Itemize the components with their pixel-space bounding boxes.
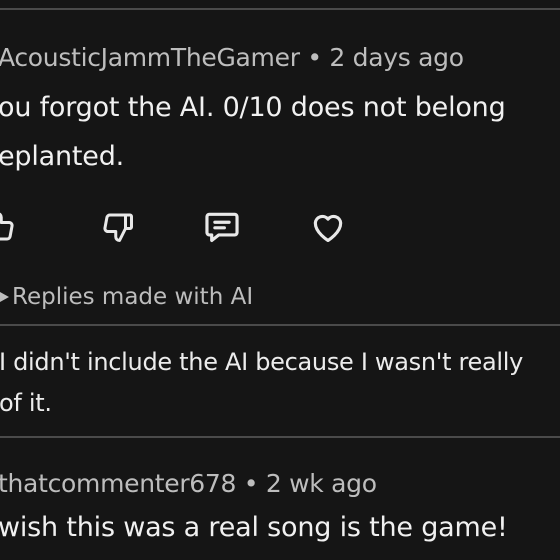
reply-text-line-1: I didn't include the AI because I wasn't…	[0, 348, 524, 376]
divider	[0, 8, 560, 10]
comment-text-line-2: eplanted.	[0, 141, 125, 172]
like-button[interactable]	[0, 204, 22, 250]
comment-thread: AcousticJammTheGamer • 2 days ago ou for…	[0, 0, 560, 560]
reply-arrow-icon	[0, 292, 9, 302]
dislike-icon	[103, 213, 133, 242]
dislike-button[interactable]	[95, 204, 141, 250]
divider	[0, 324, 560, 326]
comment-age: 2 days ago	[329, 43, 464, 72]
meta-separator: •	[243, 469, 266, 498]
heart-icon	[313, 214, 343, 243]
replies-toggle-label: Replies made with AI	[12, 284, 254, 310]
reply-icon	[205, 212, 239, 243]
next-comment-age: 2 wk ago	[265, 469, 377, 498]
next-comment-text-line-1: wish this was a real song is the game!	[0, 512, 508, 543]
comment-actions	[0, 204, 560, 250]
next-comment-meta: thatcommenter678 • 2 wk ago	[0, 469, 377, 498]
comment-text-line-1: ou forgot the AI. 0/10 does not belong	[0, 92, 506, 123]
divider	[0, 436, 560, 438]
heart-button[interactable]	[305, 204, 351, 250]
next-comment-username[interactable]: thatcommenter678	[0, 469, 236, 498]
meta-separator: •	[307, 43, 330, 72]
reply-text-line-2: of it.	[0, 389, 52, 417]
comment-meta: AcousticJammTheGamer • 2 days ago	[0, 43, 464, 72]
comment-username[interactable]: AcousticJammTheGamer	[0, 43, 300, 72]
replies-toggle[interactable]: Replies made with AI	[0, 281, 253, 313]
reply-button[interactable]	[199, 204, 245, 250]
like-icon	[0, 212, 14, 241]
